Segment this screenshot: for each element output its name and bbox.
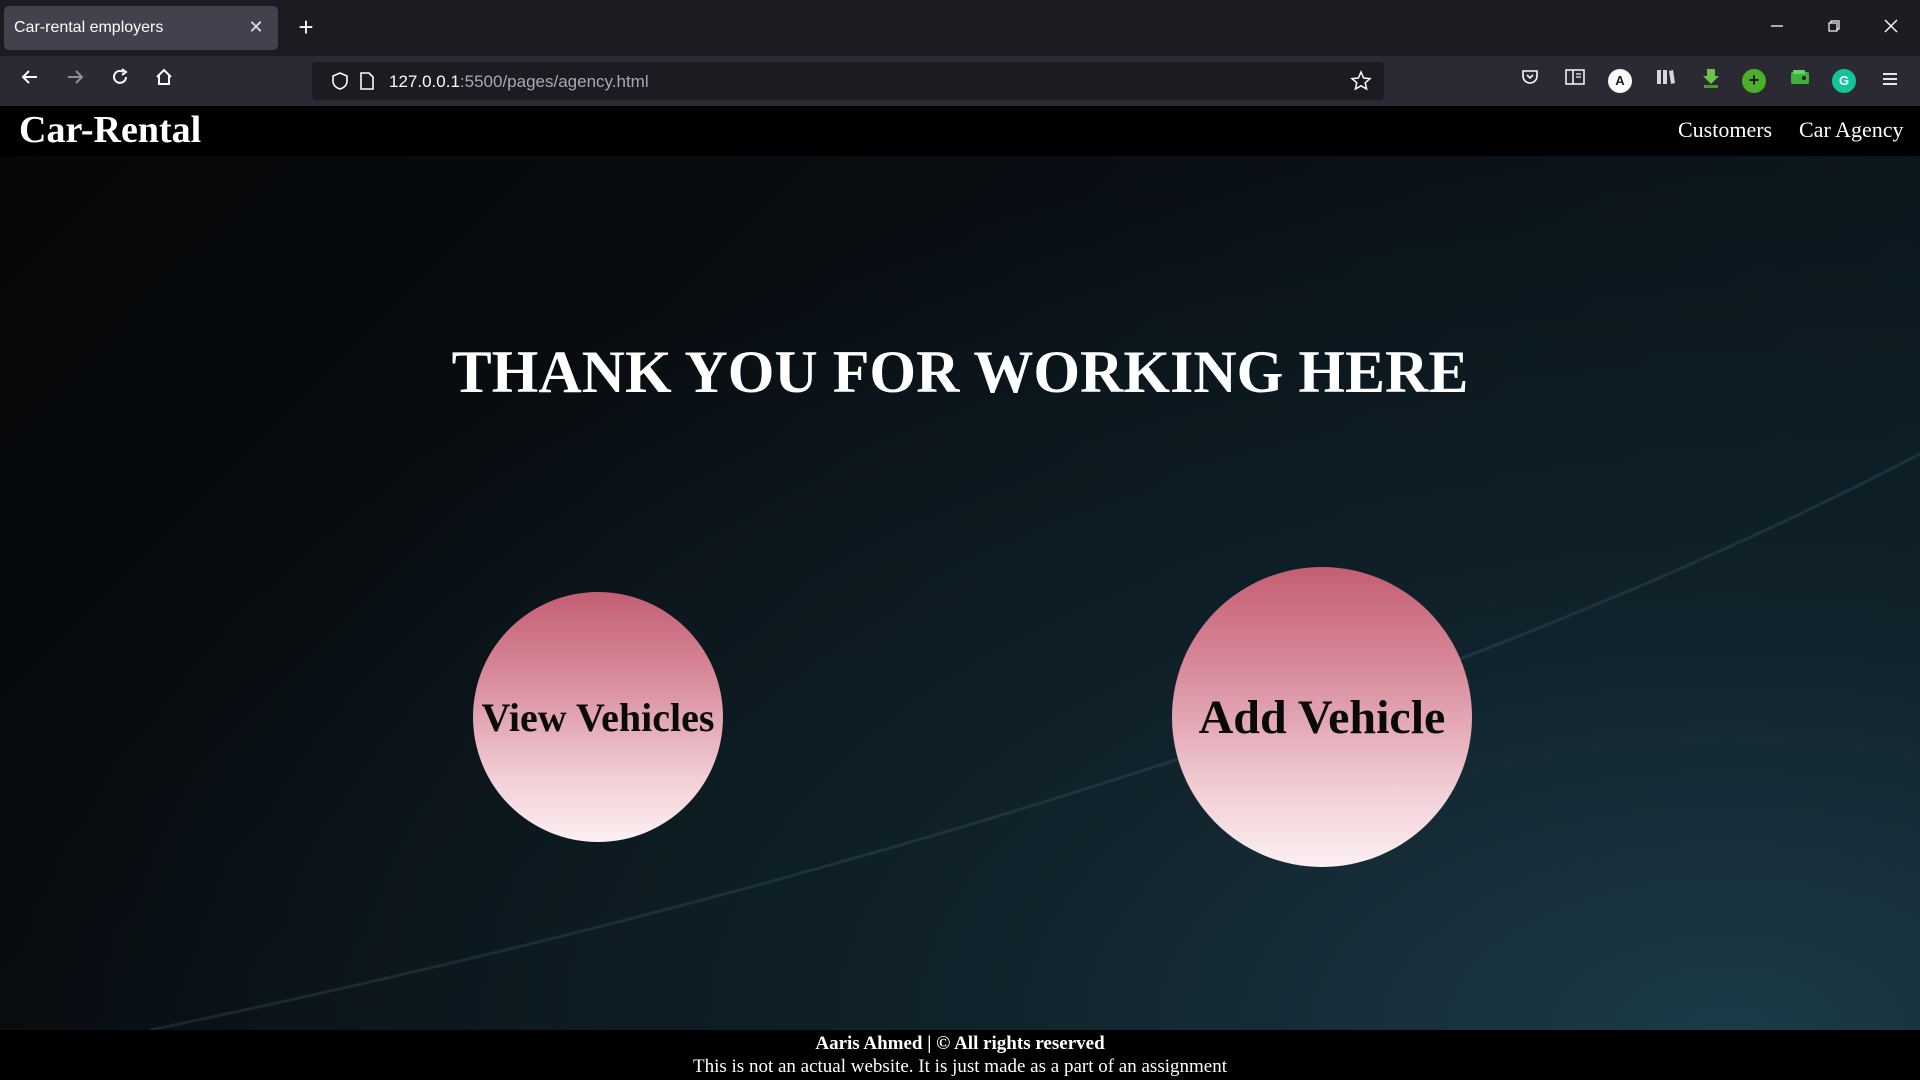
wallet-extension-icon[interactable] (1786, 67, 1814, 95)
footer-copyright: Aaris Ahmed | © All rights reserved (815, 1033, 1105, 1054)
restore-icon[interactable] (1819, 12, 1849, 42)
browser-tab-bar: Car-rental employers ✕ + (0, 0, 1920, 56)
hero-title: THANK YOU FOR WORKING HERE (451, 339, 1469, 405)
account-avatar-icon[interactable]: A (1608, 69, 1632, 93)
forward-arrow-icon[interactable] (61, 67, 89, 95)
site-footer: Aaris Ahmed | © All rights reserved This… (0, 1030, 1920, 1080)
nav-car-agency-link[interactable]: Car Agency (1799, 117, 1903, 143)
address-bar[interactable]: 127.0.0.1:5500/pages/agency.html (312, 62, 1384, 100)
brand-logo[interactable]: Car-Rental (19, 108, 201, 152)
minimize-icon[interactable] (1762, 12, 1792, 42)
page-viewport: Car-Rental Customers Car Agency THANK YO… (0, 106, 1920, 1080)
footer-disclaimer: This is not an actual website. It is jus… (693, 1056, 1227, 1077)
page-icon[interactable] (358, 71, 376, 96)
add-vehicle-label: Add Vehicle (1198, 690, 1446, 744)
view-vehicles-button[interactable]: View Vehicles (473, 592, 723, 842)
shield-icon[interactable] (330, 71, 350, 96)
back-arrow-icon[interactable] (16, 67, 44, 95)
browser-tab[interactable]: Car-rental employers ✕ (4, 6, 278, 50)
nav-customers-link[interactable]: Customers (1678, 117, 1772, 143)
view-vehicles-label: View Vehicles (481, 694, 715, 740)
grammarly-icon[interactable]: G (1832, 69, 1856, 93)
reader-view-icon[interactable] (1561, 67, 1589, 95)
menu-icon[interactable] (1876, 67, 1904, 95)
bookmark-star-icon[interactable] (1350, 70, 1372, 97)
pocket-icon[interactable] (1516, 67, 1544, 95)
add-extension-icon[interactable]: + (1742, 69, 1766, 93)
close-window-icon[interactable] (1876, 12, 1906, 42)
new-tab-button[interactable]: + (292, 14, 320, 42)
reload-icon[interactable] (106, 67, 134, 95)
home-icon[interactable] (150, 67, 178, 95)
site-header: Car-Rental Customers Car Agency (0, 106, 1920, 156)
browser-toolbar: 127.0.0.1:5500/pages/agency.html A + G (0, 56, 1920, 106)
download-extension-icon[interactable] (1697, 67, 1725, 95)
tab-title: Car-rental employers (14, 19, 164, 36)
background-curve (149, 452, 1920, 1032)
add-vehicle-button[interactable]: Add Vehicle (1172, 567, 1472, 867)
url-host: 127.0.0.1 (389, 72, 460, 91)
url-path: :5500/pages/agency.html (459, 72, 649, 91)
tab-close-icon[interactable]: ✕ (246, 17, 266, 37)
url-text[interactable]: 127.0.0.1:5500/pages/agency.html (389, 72, 649, 92)
library-icon[interactable] (1652, 67, 1680, 95)
